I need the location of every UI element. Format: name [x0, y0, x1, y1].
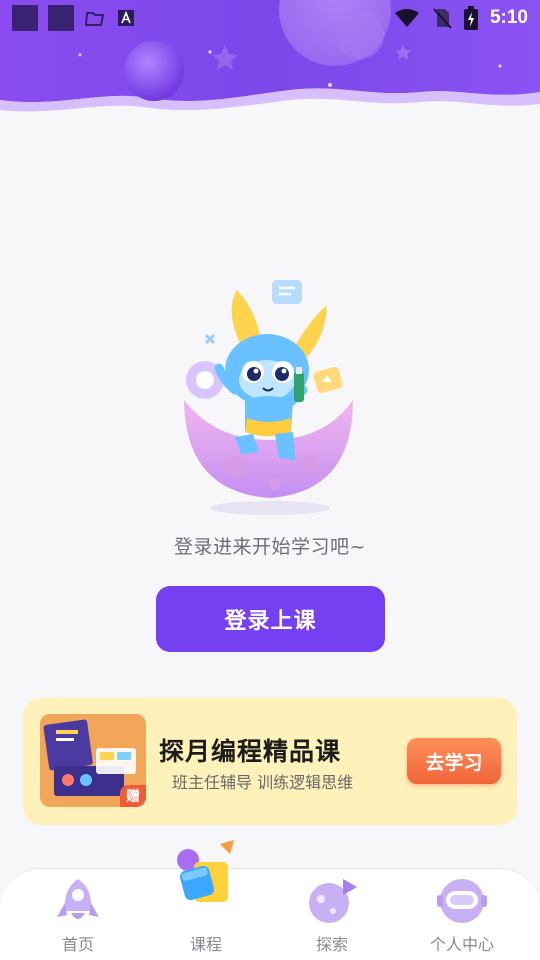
- login-button[interactable]: 登录上课: [156, 586, 385, 652]
- empty-state-message: 登录进来开始学习吧~: [174, 536, 366, 558]
- battery-charging-icon: [463, 6, 478, 30]
- course-cover-image: 赠: [40, 714, 146, 807]
- nav-item-profile[interactable]: 个人中心: [402, 869, 522, 960]
- rocket-icon: [57, 879, 99, 919]
- wifi-icon: [394, 9, 419, 27]
- go-study-button[interactable]: 去学习: [407, 738, 501, 784]
- planet-icon: [309, 879, 357, 923]
- notification-icon: [48, 5, 74, 31]
- course-blocks-icon: [177, 840, 234, 902]
- nav-item-home[interactable]: 首页: [18, 869, 138, 960]
- bottom-nav: 首页 课程 探索 个人中心: [0, 868, 540, 960]
- mascot-illustration: [175, 272, 365, 520]
- nav-item-explore[interactable]: 探索: [272, 869, 392, 960]
- gift-badge: 赠: [120, 785, 146, 807]
- promo-title: 探月编程精品课: [159, 737, 342, 766]
- nav-label-course: 课程: [189, 935, 222, 954]
- nav-label-home: 首页: [61, 935, 94, 954]
- nav-label-explore: 探索: [315, 935, 348, 954]
- promo-subtitle: 班主任辅导 训练逻辑思维: [172, 773, 354, 792]
- nav-label-profile: 个人中心: [429, 935, 494, 954]
- astronaut-helmet-icon: [437, 879, 487, 923]
- promo-card[interactable]: 赠 探月编程精品课 班主任辅导 训练逻辑思维 去学习: [23, 698, 517, 825]
- notification-icon: [12, 5, 38, 31]
- no-sim-icon: [433, 8, 452, 29]
- status-bar: 5:10: [0, 0, 540, 36]
- folder-icon: [85, 12, 105, 26]
- app-a-icon: [118, 10, 134, 26]
- status-time: 5:10: [489, 7, 528, 28]
